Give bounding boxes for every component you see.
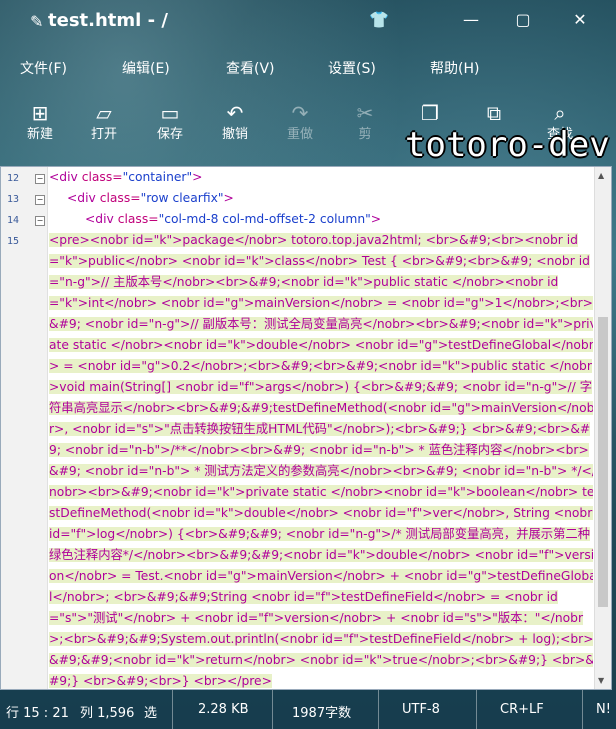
status-divider — [582, 690, 583, 729]
attr-token: class= — [77, 170, 123, 184]
status-bar: 行 15 : 21 列 1,596 选 2.28 KB 1987字数 UTF-8… — [0, 690, 616, 729]
fold-toggle-icon[interactable]: − — [35, 174, 45, 184]
menu-file[interactable]: 文件(F) — [20, 58, 67, 78]
scroll-up-icon[interactable]: ▲ — [598, 171, 604, 180]
copy-icon: ❐ — [421, 101, 439, 125]
status-selection: 选 — [144, 706, 158, 721]
open-icon: ▱ — [96, 101, 112, 125]
menu-edit[interactable]: 编辑(E) — [122, 58, 170, 78]
tag-token: > — [192, 170, 203, 184]
status-column: 列 1,596 — [80, 706, 135, 721]
tag-token: <div — [67, 191, 96, 205]
status-extra: N! — [596, 702, 611, 717]
line-number: 12 — [7, 173, 20, 184]
line-number: 13 — [7, 194, 20, 205]
tag-token: > — [370, 212, 382, 226]
attr-value-token: "row clearfix" — [140, 191, 224, 205]
code-line-15: <pre><nobr id="k">package</nobr> totoro.… — [49, 230, 593, 689]
tag-token: > — [223, 191, 234, 205]
attr-value-token: "container" — [122, 170, 193, 184]
minimize-icon[interactable]: — — [456, 10, 486, 29]
current-line-text: <pre><nobr id="k">package</nobr> totoro.… — [49, 233, 593, 688]
status-divider — [172, 690, 173, 729]
window-title: test.html - / — [48, 10, 168, 31]
save-button[interactable]: ▭ 保存 — [148, 100, 192, 144]
save-label: 保存 — [156, 127, 183, 142]
fold-toggle-icon[interactable]: − — [35, 216, 45, 226]
status-char-count: 1987字数 — [292, 706, 352, 721]
menu-view[interactable]: 查看(V) — [226, 58, 275, 78]
new-button[interactable]: ⊞ 新建 — [18, 100, 62, 144]
title-bar: ✎ test.html - / 👕 — ▢ ✕ — [0, 0, 616, 42]
redo-label: 重做 — [286, 127, 313, 142]
status-eol[interactable]: CR+LF — [500, 702, 544, 717]
undo-label: 撤销 — [221, 127, 248, 142]
new-icon: ⊞ — [31, 101, 49, 125]
status-divider — [272, 690, 273, 729]
menu-help[interactable]: 帮助(H) — [430, 58, 479, 78]
status-divider — [378, 690, 379, 729]
code-line-13: <div class="row clearfix"> — [67, 188, 234, 209]
line-number: 15 — [7, 236, 20, 247]
menu-settings[interactable]: 设置(S) — [328, 58, 376, 78]
code-line-14: <div class="col-md-8 col-md-offset-2 col… — [85, 209, 381, 230]
attr-token: class= — [113, 212, 159, 226]
close-icon[interactable]: ✕ — [565, 10, 595, 29]
cut-label: 剪 — [358, 127, 372, 142]
menu-bar: 文件(F) 编辑(E) 查看(V) 设置(S) 帮助(H) — [0, 58, 616, 82]
fold-toggle-icon[interactable]: − — [35, 195, 45, 205]
code-editor[interactable]: 12 13 14 15 − − − <div class="container"… — [0, 166, 612, 690]
tag-token: <div — [85, 212, 114, 226]
open-label: 打开 — [90, 127, 117, 142]
code-area[interactable]: <div class="container"> <div class="row … — [49, 167, 593, 689]
watermark-text: totoro-dev — [405, 125, 610, 165]
shirt-icon[interactable]: 👕 — [364, 10, 394, 29]
copy-button[interactable]: ❐ — [408, 100, 452, 126]
status-encoding[interactable]: UTF-8 — [402, 702, 440, 717]
undo-button[interactable]: ↶ 撤销 — [213, 100, 257, 144]
scroll-down-icon[interactable]: ▼ — [598, 676, 604, 685]
attr-value-token: "col-md-8 col-md-offset-2 column" — [158, 212, 371, 226]
paste-button[interactable]: ⧉ — [472, 100, 516, 126]
status-line: 行 15 : 21 — [6, 706, 69, 721]
line-gutter: 12 13 14 15 − − − — [1, 167, 48, 689]
status-size: 2.28 KB — [198, 702, 249, 717]
open-button[interactable]: ▱ 打开 — [82, 100, 126, 144]
vertical-scrollbar[interactable]: ▲ ▼ — [594, 167, 611, 689]
undo-icon: ↶ — [226, 101, 244, 125]
code-line-12: <div class="container"> — [49, 167, 202, 188]
attr-token: class= — [95, 191, 141, 205]
redo-icon: ↷ — [291, 101, 309, 125]
cut-icon: ✂ — [356, 101, 374, 125]
maximize-icon[interactable]: ▢ — [508, 10, 538, 29]
tag-token: <div — [49, 170, 78, 184]
paste-icon: ⧉ — [486, 101, 502, 125]
scrollbar-thumb[interactable] — [598, 317, 608, 607]
status-divider — [476, 690, 477, 729]
find-icon: ⌕ — [554, 101, 566, 125]
line-number: 14 — [7, 215, 20, 226]
redo-button[interactable]: ↷ 重做 — [278, 100, 322, 144]
save-icon: ▭ — [160, 101, 180, 125]
cut-button[interactable]: ✂ 剪 — [343, 100, 387, 144]
new-label: 新建 — [26, 127, 53, 142]
app-pen-icon: ✎ — [30, 12, 44, 31]
